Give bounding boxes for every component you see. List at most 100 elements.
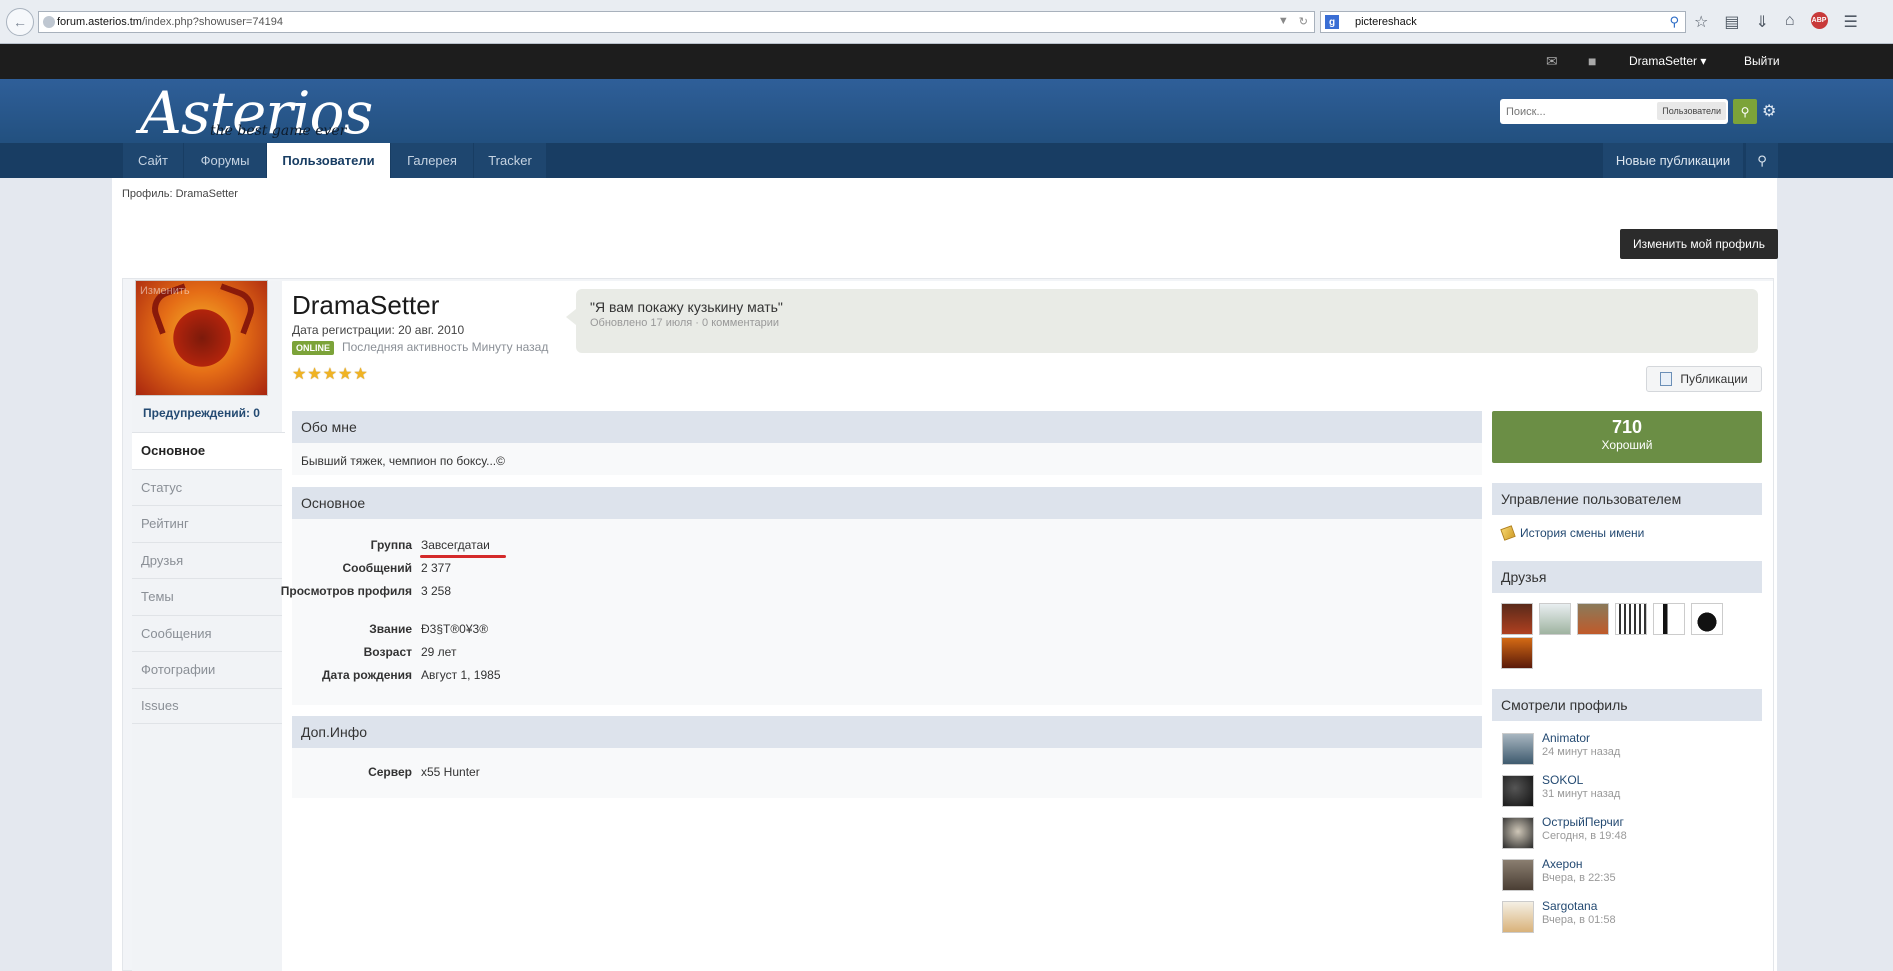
profile-tab-issues[interactable]: Issues xyxy=(132,687,282,724)
tab-forums[interactable]: Форумы xyxy=(184,143,266,178)
document-icon xyxy=(1660,372,1673,386)
search-scope[interactable]: Пользователи xyxy=(1657,102,1726,120)
browser-search-query: pictereshack xyxy=(1355,16,1417,28)
adblock-icon[interactable]: ABP xyxy=(1810,12,1828,29)
viewer-avatar[interactable] xyxy=(1502,817,1534,849)
download-icon[interactable]: ⇓ xyxy=(1755,12,1768,32)
pencil-icon xyxy=(1500,525,1516,541)
pin-icon[interactable]: ⚲ xyxy=(1746,143,1778,178)
logout-link[interactable]: Выйти xyxy=(1744,54,1780,68)
info-label: Сообщений xyxy=(342,561,412,575)
name-history-link[interactable]: История смены имени xyxy=(1500,525,1645,541)
url-path: /index.php?showuser=74194 xyxy=(141,16,283,28)
last-activity: Последняя активность Минуту назад xyxy=(342,340,549,354)
search-submit-button[interactable]: ⚲ xyxy=(1733,99,1757,124)
logo-tagline: the best game ever xyxy=(210,123,347,139)
star-icon: ★ xyxy=(322,366,338,383)
back-button[interactable]: ← xyxy=(6,8,34,36)
user-menu[interactable]: DramaSetter ▾ xyxy=(1629,54,1706,68)
main-section-title: Основное xyxy=(292,487,1482,519)
name-history-label: История смены имени xyxy=(1520,526,1645,540)
viewer-name[interactable]: ОстрыйПерчиг xyxy=(1542,815,1624,829)
edit-profile-button[interactable]: Изменить мой профиль xyxy=(1620,229,1778,259)
viewer-time: Вчера, в 01:58 xyxy=(1542,914,1616,926)
friend-avatar[interactable] xyxy=(1539,603,1571,635)
profile-tab-status[interactable]: Статус xyxy=(132,468,282,506)
bookmarks-icon[interactable]: ▤ xyxy=(1724,12,1739,32)
status-bubble: "Я вам покажу кузькину мать" Обновлено 1… xyxy=(566,289,1758,353)
friend-avatar[interactable] xyxy=(1615,603,1647,635)
profile-tab-friends[interactable]: Друзья xyxy=(132,541,282,579)
menu-icon[interactable]: ☰ xyxy=(1844,12,1858,32)
profile-tab-main[interactable]: Основное xyxy=(132,432,285,469)
main-nav: Сайт Форумы Пользователи Галерея Tracker… xyxy=(0,143,1893,178)
breadcrumb[interactable]: Профиль: DramaSetter xyxy=(122,188,238,200)
profile-username: DramaSetter xyxy=(292,290,440,320)
viewer-avatar[interactable] xyxy=(1502,775,1534,807)
reputation-label: Хороший xyxy=(1601,438,1653,452)
star-icon: ★ xyxy=(307,366,322,383)
reputation-value: 710 xyxy=(1611,417,1643,437)
contacts-icon[interactable]: ■ xyxy=(1588,53,1596,69)
friend-avatar[interactable] xyxy=(1691,603,1723,635)
warnings-count[interactable]: Предупреждений: 0 xyxy=(135,406,268,420)
viewer-name[interactable]: Ахерон xyxy=(1542,857,1583,871)
gear-icon[interactable]: ⚙ xyxy=(1762,101,1776,121)
info-value-group[interactable]: Завсегдатаи xyxy=(421,537,490,554)
tab-site[interactable]: Сайт xyxy=(123,143,183,178)
profile-tab-rating[interactable]: Рейтинг xyxy=(132,505,282,542)
reload-icon[interactable]: ↻ xyxy=(1299,15,1308,28)
status-meta[interactable]: Обновлено 17 июля · 0 комментарии xyxy=(590,317,779,329)
bookmark-star-icon[interactable]: ☆ xyxy=(1694,12,1708,32)
arrow-left-icon: ← xyxy=(13,14,27,30)
info-label: Дата рождения xyxy=(321,668,412,682)
new-posts-link[interactable]: Новые публикации xyxy=(1603,143,1743,178)
reputation-box[interactable]: 710 Хороший xyxy=(1492,411,1762,463)
home-icon[interactable]: ⌂ xyxy=(1785,12,1795,32)
viewer-avatar[interactable] xyxy=(1502,859,1534,891)
viewer-time: Сегодня, в 19:48 xyxy=(1542,830,1627,842)
address-bar[interactable]: forum.asterios.tm/index.php?showuser=741… xyxy=(38,11,1315,33)
tab-tracker[interactable]: Tracker xyxy=(474,143,546,178)
viewer-name[interactable]: SOKOL xyxy=(1542,773,1583,787)
avatar-overlay[interactable]: Изменить xyxy=(140,285,190,297)
profile-tab-posts[interactable]: Сообщения xyxy=(132,614,282,652)
info-label: Просмотров профиля xyxy=(280,584,412,598)
tab-gallery[interactable]: Галерея xyxy=(391,143,473,178)
info-label: Звание xyxy=(369,622,412,636)
publications-button[interactable]: Публикации xyxy=(1646,366,1762,392)
viewer-avatar[interactable] xyxy=(1502,733,1534,765)
friend-avatar[interactable] xyxy=(1501,603,1533,635)
viewer-item: Sargotana Вчера, в 01:58 xyxy=(1502,899,1762,935)
dropdown-icon[interactable]: ▼ xyxy=(1278,15,1289,28)
inbox-icon[interactable]: ✉ xyxy=(1546,53,1558,70)
friend-avatar[interactable] xyxy=(1577,603,1609,635)
extra-section-title: Доп.Инфо xyxy=(292,716,1482,748)
rating-stars: ★ ★ ★ ★ ★ xyxy=(292,364,368,384)
viewer-name[interactable]: Animator xyxy=(1542,731,1590,745)
about-text: Бывший тяжек, чемпион по боксу...© xyxy=(301,454,505,468)
info-value: 3 258 xyxy=(421,584,452,598)
search-icon[interactable]: ⚲ xyxy=(1669,14,1679,30)
star-icon: ★ xyxy=(353,366,368,383)
viewer-time: 24 минут назад xyxy=(1542,746,1621,758)
browser-search-bar[interactable]: g pictereshack ⚲ xyxy=(1320,11,1686,33)
info-label: Возраст xyxy=(363,645,412,659)
viewer-name[interactable]: Sargotana xyxy=(1542,899,1597,913)
avatar[interactable]: Изменить xyxy=(135,280,268,396)
info-value: x55 Hunter xyxy=(421,765,480,779)
friend-avatar[interactable] xyxy=(1501,637,1533,669)
viewers-title: Смотрели профиль xyxy=(1492,689,1762,721)
friend-avatar[interactable] xyxy=(1653,603,1685,635)
viewer-avatar[interactable] xyxy=(1502,901,1534,933)
info-value: 29 лет xyxy=(421,645,457,659)
site-search-input[interactable] xyxy=(1506,105,1656,118)
profile-tab-photos[interactable]: Фотографии xyxy=(132,651,282,688)
caret-down-icon: ▾ xyxy=(1700,54,1707,68)
tab-users[interactable]: Пользователи xyxy=(267,143,390,178)
search-icon: ⚲ xyxy=(1740,104,1750,119)
info-value: Ð3§T®0¥3® xyxy=(421,622,489,636)
profile-tab-topics[interactable]: Темы xyxy=(132,578,282,615)
viewer-time: Вчера, в 22:35 xyxy=(1542,872,1616,884)
viewer-item: ОстрыйПерчиг Сегодня, в 19:48 xyxy=(1502,815,1762,851)
